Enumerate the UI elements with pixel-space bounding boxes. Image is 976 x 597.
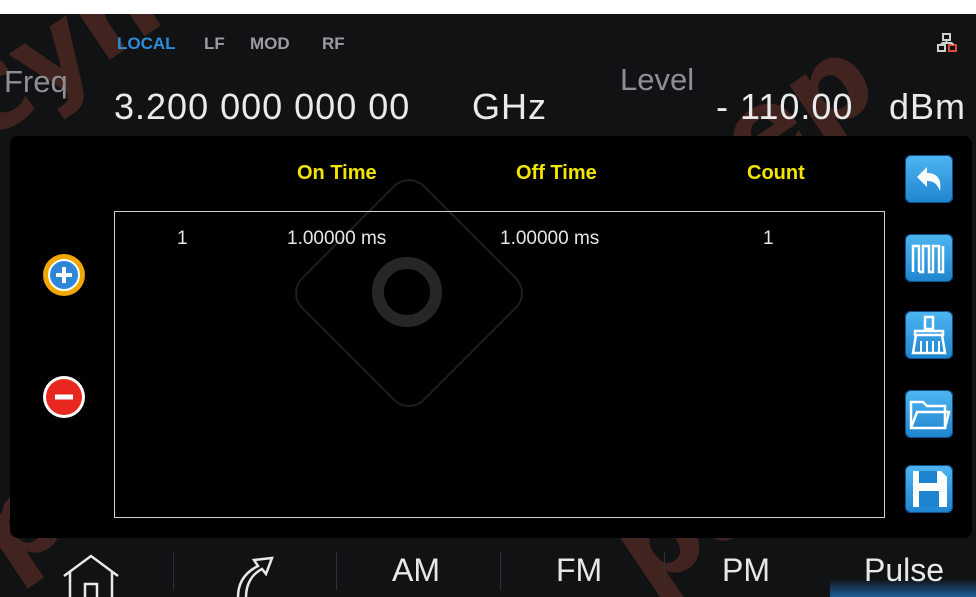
open-folder-icon [909, 400, 951, 430]
save-button[interactable] [905, 465, 953, 513]
pulse-train-icon [911, 244, 945, 274]
home-icon [63, 554, 119, 597]
tab-sweep[interactable] [228, 552, 278, 597]
column-header-count: Count [747, 162, 805, 184]
screen: райс супер райс cyne LOCAL LF MOD RF Fre… [0, 14, 976, 597]
status-lf: LF [204, 34, 225, 53]
status-local: LOCAL [117, 34, 176, 53]
column-header-on-time: On Time [297, 162, 377, 184]
tab-fm[interactable]: FM [556, 552, 602, 589]
freq-label: Freq [4, 64, 68, 99]
tab-pulse[interactable]: Pulse [830, 552, 976, 597]
save-icon [913, 471, 947, 507]
row-on-time[interactable]: 1.00000 ms [287, 228, 386, 250]
row-off-time[interactable]: 1.00000 ms [500, 228, 599, 250]
level-label: Level [620, 62, 695, 97]
clear-button[interactable] [905, 311, 953, 359]
tab-pm[interactable]: PM [722, 552, 770, 589]
tab-separator [336, 552, 337, 590]
tab-separator [500, 552, 501, 590]
arrow-icon [236, 556, 274, 597]
level-unit[interactable]: dBm [889, 86, 966, 128]
pulse-train-button[interactable] [905, 234, 953, 282]
remove-row-button[interactable] [43, 376, 85, 418]
pulse-table[interactable] [114, 211, 885, 518]
column-header-off-time: Off Time [516, 162, 597, 184]
back-icon [917, 167, 941, 191]
remove-row-icon [46, 379, 82, 415]
add-row-button[interactable] [43, 254, 85, 296]
tab-separator [664, 552, 665, 590]
status-mod: MOD [250, 34, 290, 53]
tab-separator [173, 552, 174, 590]
network-icon [936, 32, 958, 59]
open-button[interactable] [905, 390, 953, 438]
tab-home[interactable] [58, 552, 124, 597]
clear-broom-icon [911, 315, 947, 355]
row-index[interactable]: 1 [177, 228, 188, 250]
tab-pulse-label: Pulse [864, 552, 945, 588]
add-row-icon [48, 259, 80, 291]
status-rf: RF [322, 34, 345, 53]
row-count[interactable]: 1 [763, 228, 774, 250]
tab-am[interactable]: AM [392, 552, 440, 589]
freq-unit[interactable]: GHz [472, 86, 547, 128]
level-value[interactable]: - 110.00 [716, 86, 853, 128]
back-button[interactable] [905, 155, 953, 203]
freq-value[interactable]: 3.200 000 000 00 [114, 86, 410, 128]
